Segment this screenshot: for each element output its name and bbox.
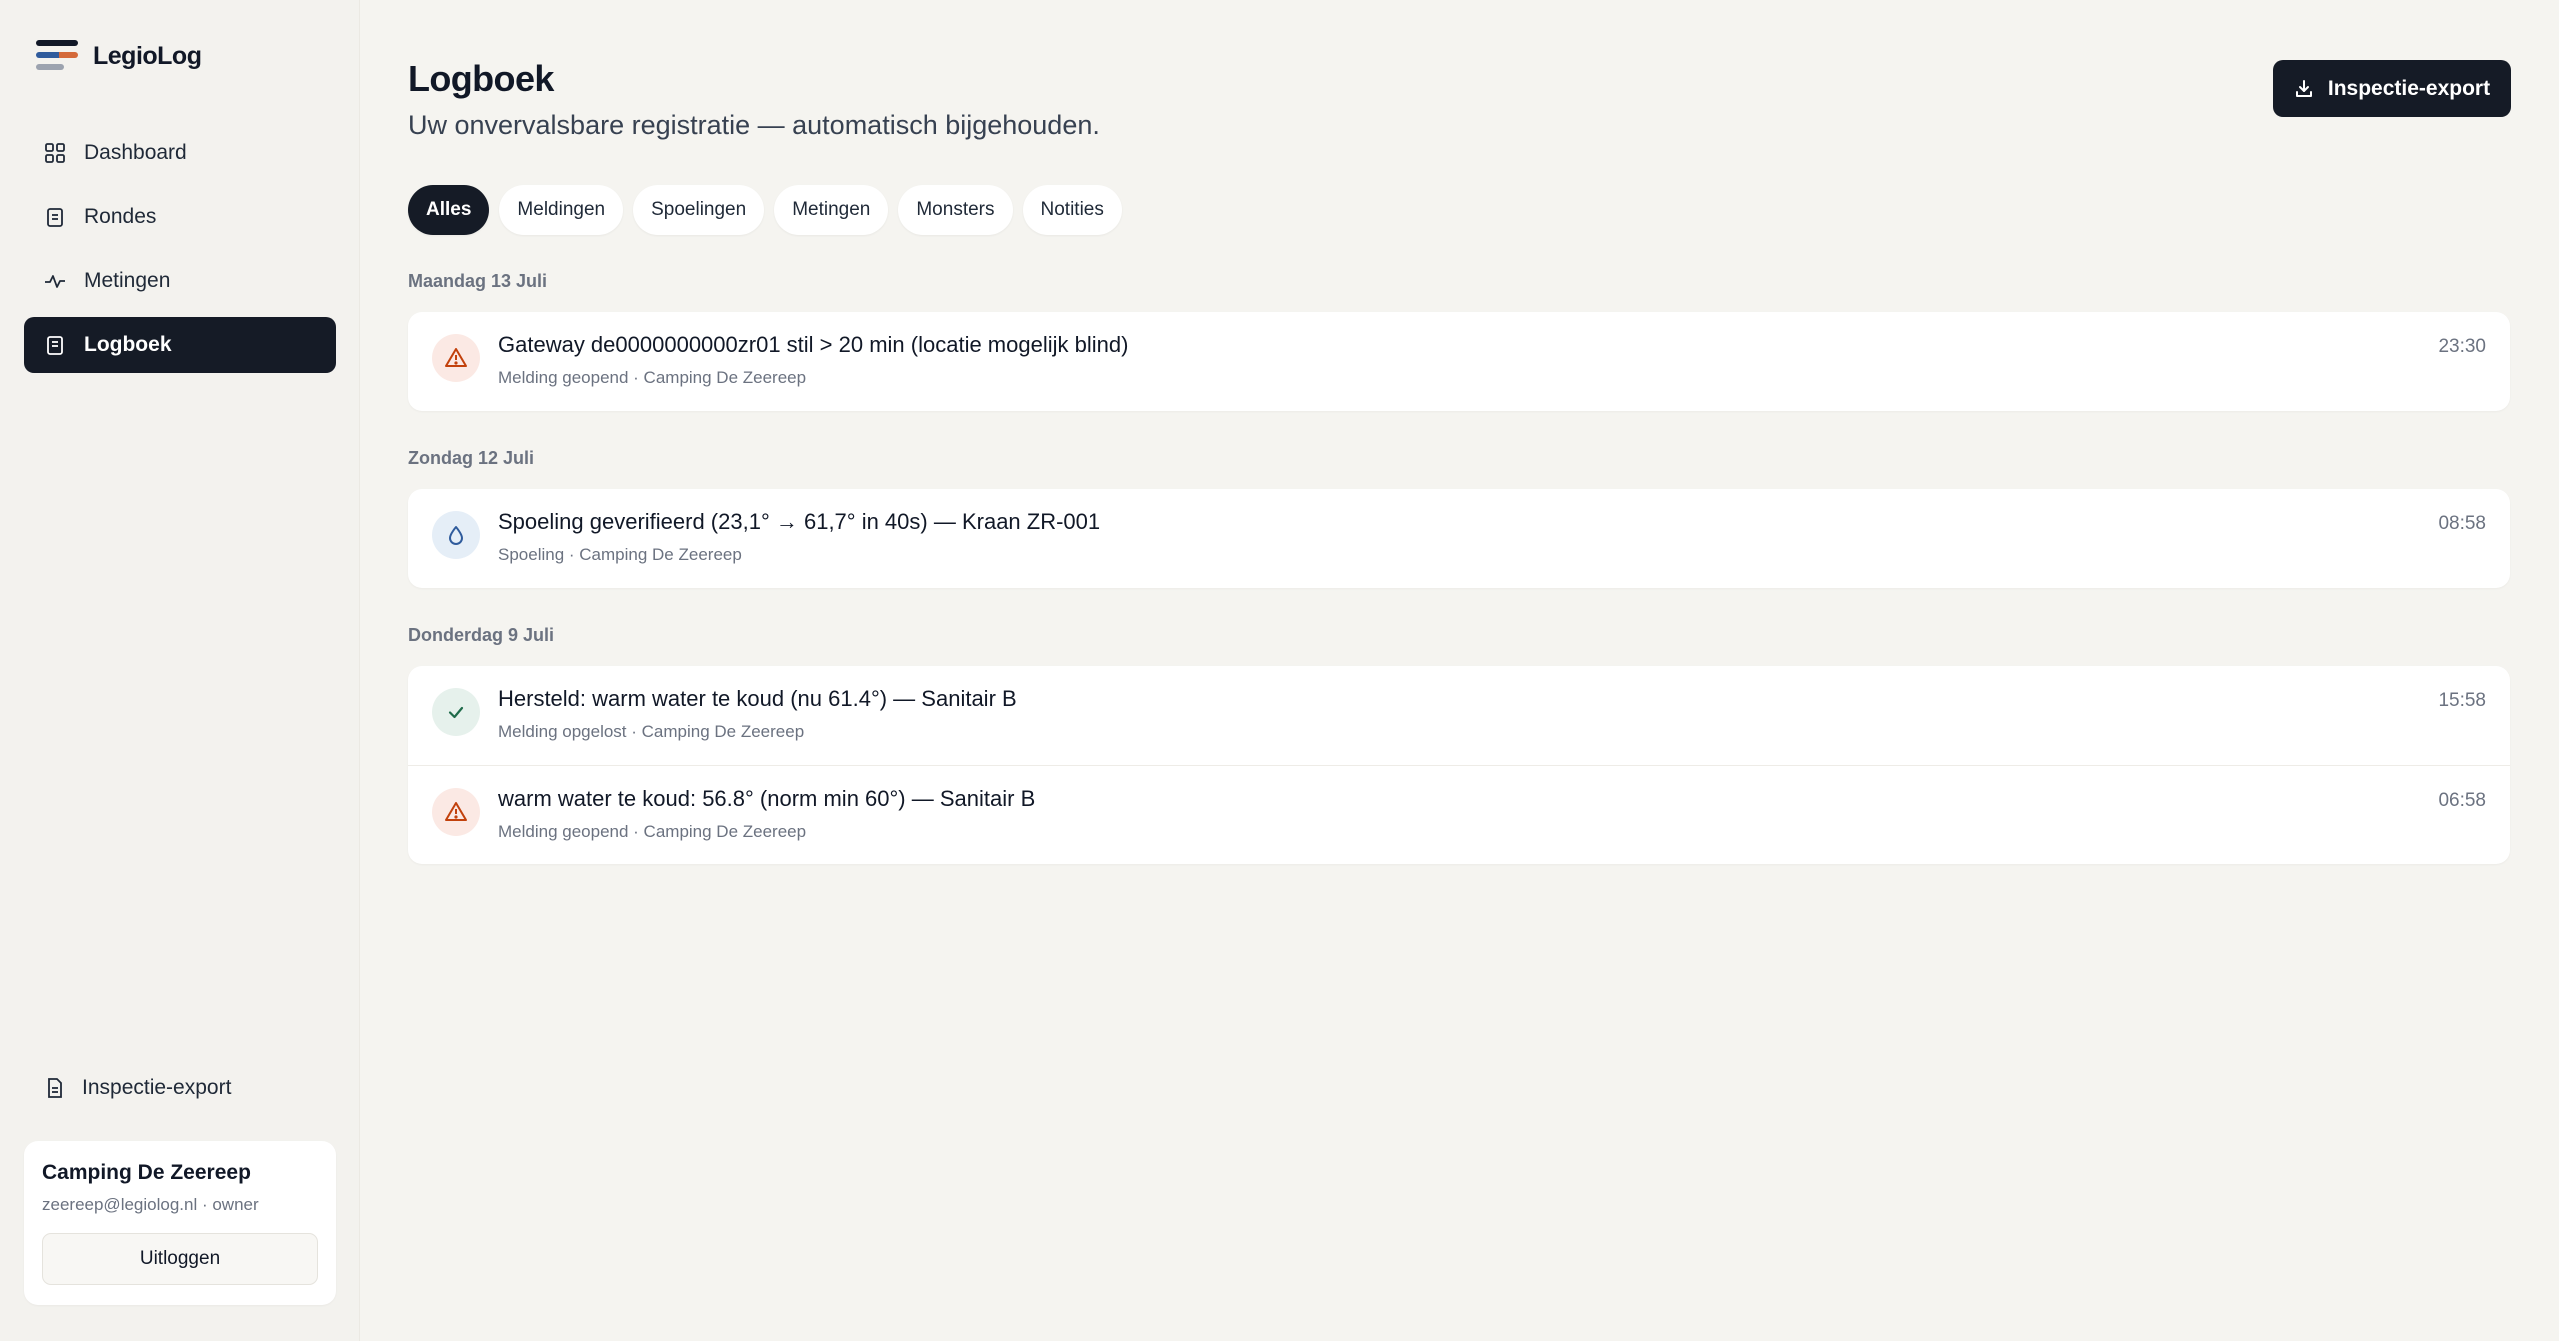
sidebar-item-label: Metingen	[84, 269, 171, 292]
entry-time: 08:58	[2438, 513, 2486, 534]
entry-meta: Melding opgelost · Camping De Zeereep	[498, 722, 805, 741]
droplet-icon	[432, 511, 480, 559]
day-card: Spoeling geverifieerd (23,1° → 61,7° in …	[408, 489, 2510, 588]
download-icon	[2294, 79, 2314, 99]
account-meta: zeereep@legiolog.nl · owner	[42, 1195, 259, 1214]
sidebar-export-link[interactable]: Inspectie-export	[44, 1076, 231, 1100]
day-card: Gateway de0000000000zr01 stil > 20 min (…	[408, 312, 2510, 411]
brand-name: LegioLog	[93, 41, 202, 70]
sidebar-export-label: Inspectie-export	[82, 1076, 232, 1099]
filter-chip-meldingen[interactable]: Meldingen	[499, 185, 624, 235]
filter-chip-notities[interactable]: Notities	[1022, 185, 1122, 235]
book-icon	[44, 334, 66, 356]
inspection-export-button[interactable]: Inspectie-export	[2273, 60, 2511, 117]
entry-time: 06:58	[2438, 790, 2486, 811]
day-label: Donderdag 9 Juli	[408, 625, 555, 645]
filter-chip-metingen[interactable]: Metingen	[774, 185, 889, 235]
entry-title: Gateway de0000000000zr01 stil > 20 min (…	[498, 332, 1129, 357]
sidebar-item-label: Logboek	[84, 333, 172, 356]
logout-button[interactable]: Uitloggen	[42, 1233, 318, 1285]
entry-title: Hersteld: warm water te koud (nu 61.4°) …	[498, 686, 1017, 711]
document-icon	[44, 1077, 66, 1099]
entry-title: warm water te koud: 56.8° (norm min 60°)…	[498, 786, 1036, 811]
entry-meta: Melding geopend · Camping De Zeereep	[498, 368, 807, 387]
entry-title: Spoeling geverifieerd (23,1° → 61,7° in …	[498, 509, 1101, 534]
log-feed: Maandag 13 Juli Gateway de0000000000zr01…	[408, 268, 2510, 898]
sidebar-item-dashboard[interactable]: Dashboard	[24, 125, 336, 181]
sidebar-item-label: Rondes	[84, 205, 157, 228]
warning-icon	[432, 334, 480, 382]
page-subtitle: Uw onvervalsbare registratie — automatis…	[408, 110, 1100, 140]
entry-meta: Melding geopend · Camping De Zeereep	[498, 822, 807, 841]
day-label: Zondag 12 Juli	[408, 448, 535, 468]
sidebar-nav: Dashboard Rondes Metingen Logboek	[24, 125, 336, 381]
filter-chip-alles[interactable]: Alles	[408, 185, 490, 235]
filter-chip-monsters[interactable]: Monsters	[898, 185, 1013, 235]
day-card: Hersteld: warm water te koud (nu 61.4°) …	[408, 666, 2510, 864]
log-entry[interactable]: Gateway de0000000000zr01 stil > 20 min (…	[408, 312, 2510, 411]
brand[interactable]: LegioLog	[36, 40, 202, 72]
grid-icon	[44, 142, 66, 164]
pulse-icon	[44, 270, 66, 292]
sidebar: LegioLog Dashboard Rondes Metingen Logbo…	[0, 0, 360, 1341]
entry-meta: Spoeling · Camping De Zeereep	[498, 545, 742, 564]
app-root: LegioLog Dashboard Rondes Metingen Logbo…	[0, 0, 2559, 1341]
check-icon	[432, 688, 480, 736]
clipboard-icon	[44, 206, 66, 228]
export-button-label: Inspectie-export	[2327, 76, 2491, 100]
log-entry[interactable]: Hersteld: warm water te koud (nu 61.4°) …	[408, 666, 2510, 765]
account-card: Camping De Zeereep zeereep@legiolog.nl ·…	[24, 1141, 336, 1305]
log-entry[interactable]: warm water te koud: 56.8° (norm min 60°)…	[408, 765, 2510, 864]
filter-chip-spoelingen[interactable]: Spoelingen	[633, 185, 765, 235]
warning-icon	[432, 788, 480, 836]
account-name: Camping De Zeereep	[42, 1161, 251, 1184]
day-label: Maandag 13 Juli	[408, 271, 548, 291]
sidebar-item-label: Dashboard	[84, 141, 187, 164]
sidebar-item-metingen[interactable]: Metingen	[24, 253, 336, 309]
sidebar-item-logboek[interactable]: Logboek	[24, 317, 336, 373]
main-content: Logboek Uw onvervalsbare registratie — a…	[360, 0, 2559, 1341]
log-entry[interactable]: Spoeling geverifieerd (23,1° → 61,7° in …	[408, 489, 2510, 588]
filter-chips: Alles Meldingen Spoelingen Metingen Mons…	[408, 185, 1132, 235]
entry-time: 23:30	[2438, 336, 2486, 357]
logo-icon	[36, 40, 78, 72]
entry-time: 15:58	[2438, 690, 2486, 711]
sidebar-item-rondes[interactable]: Rondes	[24, 189, 336, 245]
page-title: Logboek	[408, 58, 554, 99]
